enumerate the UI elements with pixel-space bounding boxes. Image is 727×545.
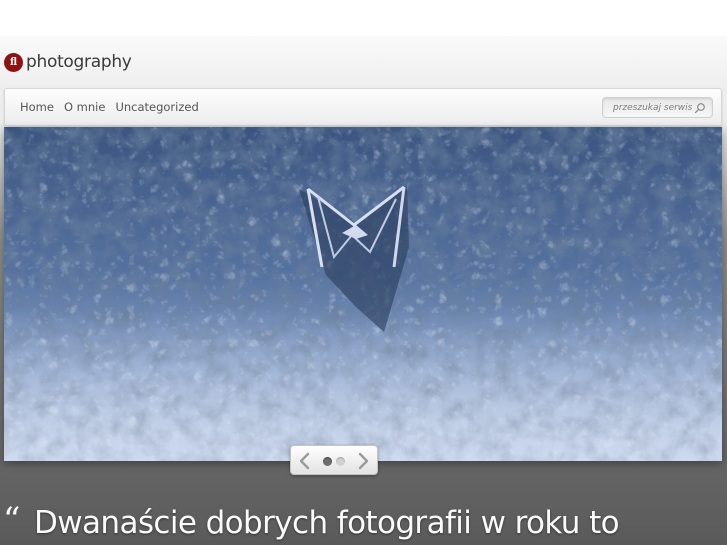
logo-mark-icon: fl (4, 52, 23, 72)
slide-dot-1[interactable] (323, 457, 332, 466)
slide-photo (4, 127, 722, 461)
nav-item-home[interactable]: Home (20, 100, 54, 114)
logo-text: photography (26, 52, 132, 72)
featured-slider (4, 127, 722, 461)
quote-block: “ Dwanaście dobrych fotografii w roku to (3, 500, 723, 545)
main-navigation: Home O mnie Uncategorized (4, 88, 722, 126)
slider-controls (290, 445, 378, 475)
nav-item-o-mnie[interactable]: O mnie (64, 100, 105, 114)
search-icon[interactable] (694, 102, 706, 114)
chevron-left-icon[interactable] (297, 452, 313, 470)
search-box (602, 97, 713, 118)
chevron-right-icon[interactable] (355, 452, 371, 470)
quote-text: Dwanaście dobrych fotografii w roku to (34, 505, 620, 541)
site-logo[interactable]: fl photography (4, 51, 132, 73)
nav-menu: Home O mnie Uncategorized (20, 100, 199, 114)
nav-item-uncategorized[interactable]: Uncategorized (115, 100, 198, 114)
slide-dot-2[interactable] (336, 457, 345, 466)
quote-mark-icon: “ (3, 500, 21, 540)
